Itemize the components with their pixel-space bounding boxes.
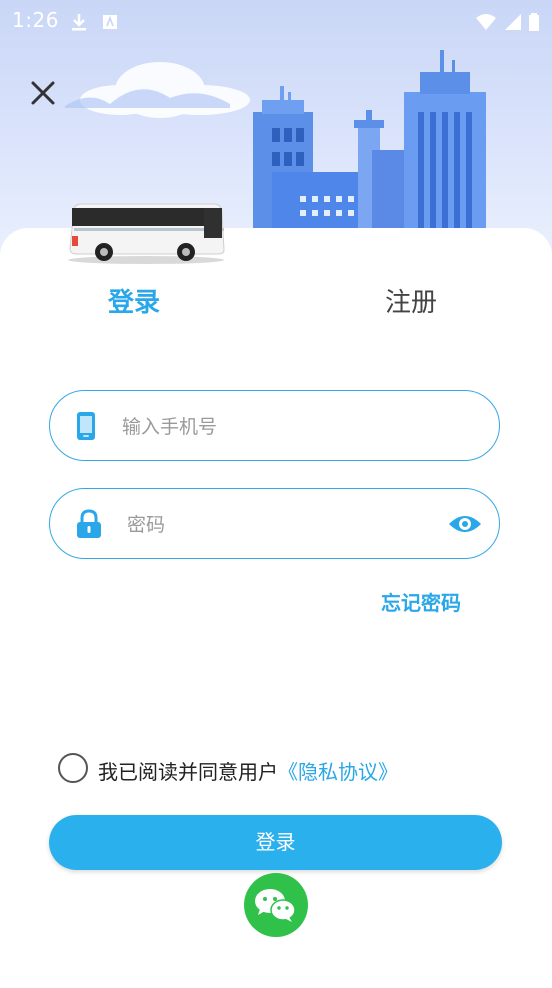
- system-icons: [475, 8, 540, 32]
- tab-register[interactable]: 注册: [385, 282, 437, 319]
- phone-field[interactable]: [49, 390, 500, 462]
- wechat-login-button[interactable]: [244, 873, 308, 937]
- password-field[interactable]: [49, 488, 500, 560]
- wifi-icon: [476, 13, 497, 30]
- font-icon: [103, 14, 118, 29]
- privacy-policy-link[interactable]: 《隐私协议》: [278, 760, 398, 784]
- password-input[interactable]: [125, 489, 439, 560]
- lock-icon: [77, 509, 101, 538]
- agreement-label: 我已阅读并同意用户: [98, 760, 278, 784]
- tab-login[interactable]: 登录: [108, 282, 160, 319]
- close-icon[interactable]: [24, 74, 62, 112]
- forgot-password-link[interactable]: 忘记密码: [381, 587, 461, 616]
- download-icon: [72, 13, 86, 30]
- wechat-icon: [255, 889, 296, 922]
- status-time: 1:26: [12, 8, 59, 32]
- notification-icons: [68, 8, 120, 32]
- bus-illustration: [68, 203, 225, 264]
- eye-icon[interactable]: [448, 513, 482, 535]
- signal-icon: [504, 13, 521, 30]
- phone-input[interactable]: [120, 391, 484, 462]
- agreement-text: 我已阅读并同意用户《隐私协议》: [98, 756, 398, 785]
- agree-radio[interactable]: [58, 753, 88, 783]
- phone-icon: [77, 412, 95, 440]
- status-bar: 1:26: [0, 0, 552, 38]
- battery-icon: [529, 12, 539, 31]
- login-button[interactable]: 登录: [49, 815, 502, 870]
